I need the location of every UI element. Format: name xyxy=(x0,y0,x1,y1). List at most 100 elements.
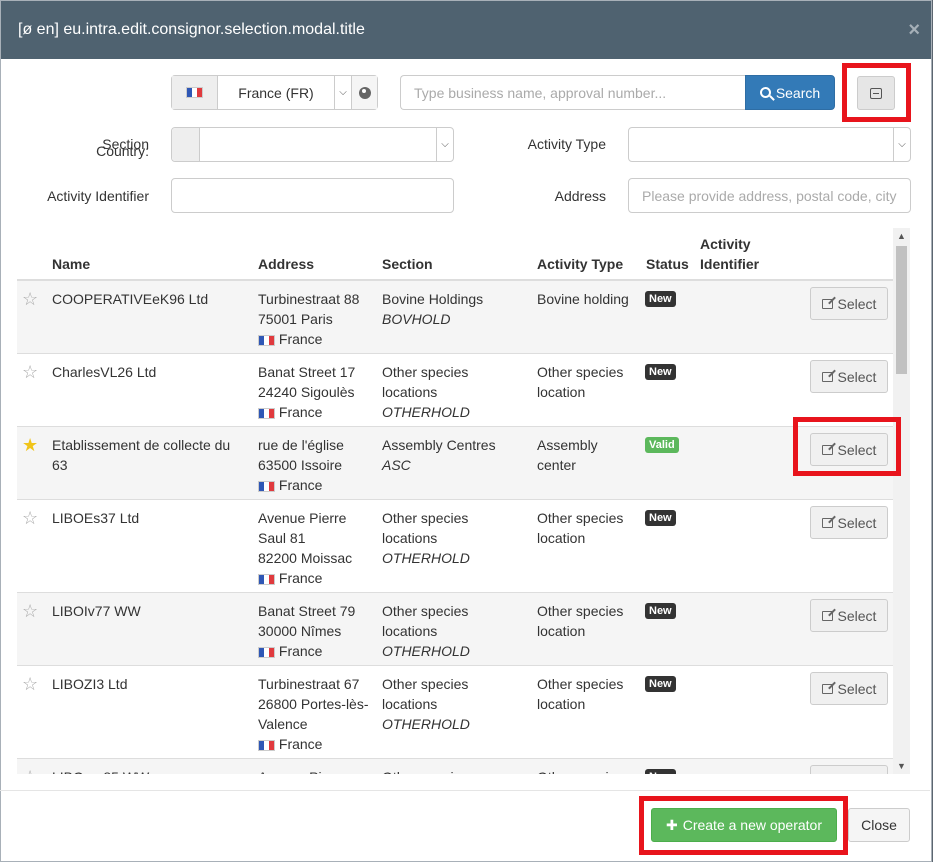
col-activity-type: Activity Type xyxy=(537,256,624,272)
select-button[interactable]: Select xyxy=(810,672,888,705)
star-outline-icon[interactable]: ☆ xyxy=(22,767,38,774)
search-icon xyxy=(759,87,771,98)
operator-address: Banat Street 79 30000 Nîmes France xyxy=(258,601,378,661)
scroll-thumb[interactable] xyxy=(896,246,907,374)
chevron-down-icon[interactable]: ⌵ xyxy=(334,76,351,109)
modal-title: [ø en] eu.intra.edit.consignor.selection… xyxy=(18,21,365,38)
address-label: Address xyxy=(554,188,606,204)
operator-address: Turbinestraat 67 26800 Portes-lès- Valence… xyxy=(258,674,378,754)
edit-icon xyxy=(821,517,833,528)
globe-icon[interactable] xyxy=(351,76,377,109)
operator-name: LIBOEs37 Ltd xyxy=(52,510,140,526)
star-outline-icon[interactable]: ☆ xyxy=(22,362,38,382)
country-flag-label: France xyxy=(258,641,378,661)
search-form: Country: France (FR) ⌵ Search Section ⌵ … xyxy=(1,59,931,229)
close-icon[interactable]: × xyxy=(908,19,920,42)
col-name: Name xyxy=(52,256,91,272)
status-badge: New xyxy=(645,676,676,692)
operator-section: Other species locations OTHERHOLD xyxy=(382,364,470,420)
operator-activity-type: Bovine holding xyxy=(537,291,629,307)
activity-type-select[interactable]: ⌵ xyxy=(628,127,911,162)
chevron-down-icon: ⌵ xyxy=(436,128,453,161)
table-row: ☆ LIBOZI3 Ltd Turbinestraat 67 26800 Port… xyxy=(17,666,893,759)
operator-activity-type: Other species location xyxy=(537,364,624,400)
flag-icon xyxy=(258,740,275,751)
highlight-box xyxy=(639,796,848,855)
scroll-up-icon[interactable]: ▲ xyxy=(893,228,910,244)
search-button[interactable]: Search xyxy=(745,75,835,110)
operator-activity-type: Other species location xyxy=(537,603,624,639)
operator-activity-type: Other species location xyxy=(537,676,624,712)
table-row: ☆ CharlesVL26 Ltd Banat Street 17 24240 S… xyxy=(17,354,893,427)
highlight-box xyxy=(793,417,901,476)
col-address: Address xyxy=(258,256,315,272)
operator-name: COOPERATIVEeK96 Ltd xyxy=(52,291,209,307)
operator-activity-type: Other species location xyxy=(537,510,624,546)
edit-icon xyxy=(821,683,833,694)
scroll-down-icon[interactable]: ▼ xyxy=(893,758,910,774)
table-row: ☆ COOPERATIVEeK96 Ltd Turbinestraat 88 75… xyxy=(17,281,893,354)
country-flag-label: France xyxy=(258,568,378,588)
table-row: ☆ LIBOIv77 WW Banat Street 79 30000 Nîmes… xyxy=(17,593,893,666)
star-outline-icon[interactable]: ☆ xyxy=(22,508,38,528)
country-flag-label: France xyxy=(258,329,378,349)
status-badge: New xyxy=(645,510,676,526)
section-select[interactable]: ⌵ xyxy=(171,127,454,162)
activity-identifier-input[interactable] xyxy=(171,178,454,213)
edit-icon xyxy=(821,610,833,621)
country-flag-label: France xyxy=(258,475,378,495)
operator-section: Other species xyxy=(382,767,532,774)
status-badge: Valid xyxy=(645,437,679,453)
col-status: Status xyxy=(646,256,689,272)
address-input[interactable] xyxy=(628,178,911,213)
edit-icon xyxy=(821,371,833,382)
country-value: France (FR) xyxy=(238,84,314,101)
operator-section: Assembly Centres ASC xyxy=(382,437,496,473)
edit-icon xyxy=(821,298,833,309)
country-flag-label: France xyxy=(258,402,378,422)
table-header: Name Address Section Activity Type Statu… xyxy=(17,228,893,281)
operator-address: Avenue Pierre xyxy=(258,767,378,774)
table-row: ★ Etablissement de collecte du 63 rue de … xyxy=(17,427,893,500)
modal-header: [ø en] eu.intra.edit.consignor.selection… xyxy=(1,1,931,59)
operator-name: Etablissement de collecte du 63 xyxy=(52,437,231,473)
status-badge: New xyxy=(645,769,676,774)
highlight-box xyxy=(842,63,911,122)
col-section: Section xyxy=(382,256,433,272)
operator-activity-type: Other species xyxy=(537,767,637,774)
star-outline-icon[interactable]: ☆ xyxy=(22,601,38,621)
country-flag-label: France xyxy=(258,734,378,754)
flag-icon xyxy=(258,574,275,585)
table-row: ☆ LIBOEs37 Ltd Avenue Pierre Saul 81 82200… xyxy=(17,500,893,593)
status-badge: New xyxy=(645,364,676,380)
search-input[interactable] xyxy=(400,75,746,110)
star-filled-icon[interactable]: ★ xyxy=(22,435,38,455)
close-button[interactable]: Close xyxy=(848,808,910,842)
select-button[interactable]: Select xyxy=(810,599,888,632)
chevron-down-icon: ⌵ xyxy=(893,128,910,161)
operator-name: LIBOam85 WW xyxy=(52,767,252,774)
select-button[interactable]: Select xyxy=(810,287,888,320)
operator-section: Other species locations OTHERHOLD xyxy=(382,510,470,566)
select-button[interactable]: Select xyxy=(810,765,888,774)
operator-address: Avenue Pierre Saul 81 82200 Moissac France xyxy=(258,508,378,588)
star-outline-icon[interactable]: ☆ xyxy=(22,289,38,309)
operator-address: Banat Street 17 24240 Sigoulès France xyxy=(258,362,378,422)
flag-icon xyxy=(258,481,275,492)
results-scrollbar[interactable]: ▲ ▼ xyxy=(893,228,910,774)
search-button-label: Search xyxy=(775,84,821,101)
operator-address: rue de l'église 63500 Issoire France xyxy=(258,435,378,495)
operator-address: Turbinestraat 88 75001 Paris France xyxy=(258,289,378,349)
section-label: Section xyxy=(102,136,149,152)
status-badge: New xyxy=(645,291,676,307)
country-select[interactable]: France (FR) ⌵ xyxy=(171,75,378,110)
flag-icon xyxy=(258,647,275,658)
select-button[interactable]: Select xyxy=(810,506,888,539)
flag-icon xyxy=(258,408,275,419)
operator-section: Other species locations OTHERHOLD xyxy=(382,676,470,732)
operator-activity-type: Assembly center xyxy=(537,437,598,473)
star-outline-icon[interactable]: ☆ xyxy=(22,674,38,694)
flag-icon xyxy=(258,335,275,346)
select-button[interactable]: Select xyxy=(810,360,888,393)
results-table: Name Address Section Activity Type Statu… xyxy=(17,228,910,774)
